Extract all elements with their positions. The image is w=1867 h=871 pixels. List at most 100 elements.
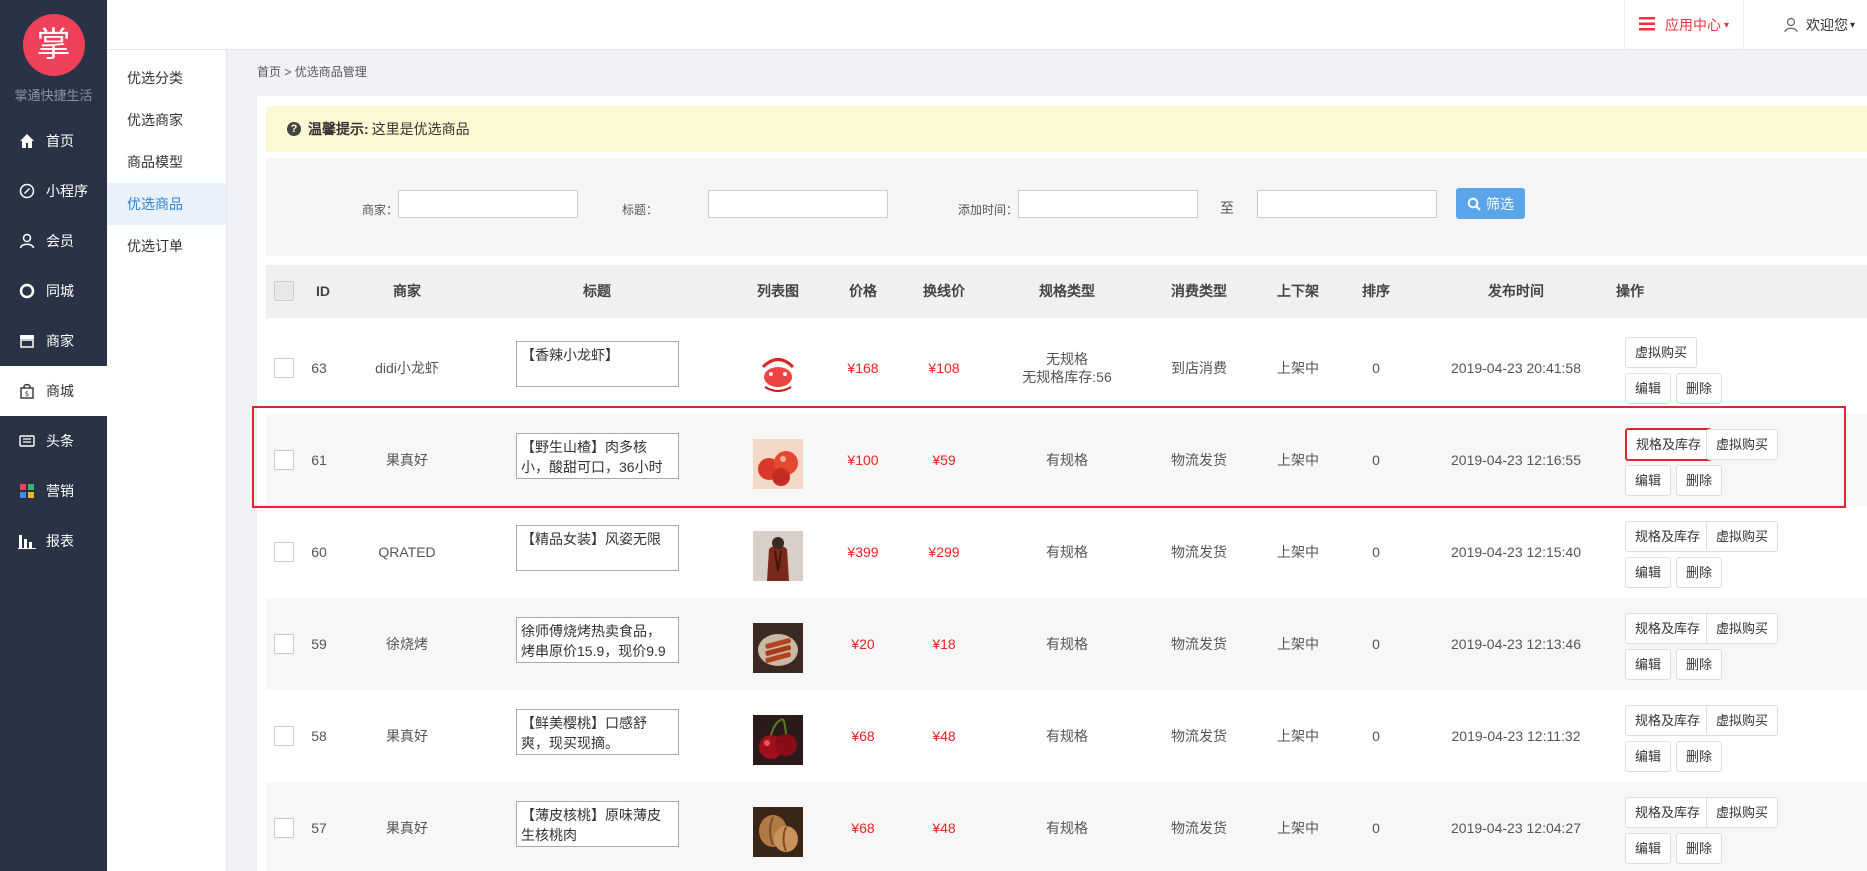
row-price: ¥399 [847,544,879,560]
edit-button[interactable]: 编辑 [1625,649,1672,680]
row-title[interactable]: 【野生山楂】肉多核小，酸甜可口，36小时直达！ [516,433,679,479]
virtual-buy-button[interactable]: 虚拟购买 [1706,521,1779,552]
delete-button[interactable]: 删除 [1676,465,1723,496]
sidebar-item-mall[interactable]: $ 商城 [0,366,107,416]
news-icon [18,432,36,450]
row-id: 58 [311,728,327,744]
sidebar-item-merchant[interactable]: 商家 [0,316,107,366]
breadcrumb-home[interactable]: 首页 [257,65,281,79]
edit-button[interactable]: 编辑 [1625,373,1672,404]
merchant-filter-label: 商家： [362,203,399,217]
walnut-image [753,807,803,857]
edit-button[interactable]: 编辑 [1625,465,1672,496]
row-old-price: ¥48 [932,820,956,836]
sidebar-item-news[interactable]: 头条 [0,416,107,466]
row-price: ¥20 [851,636,875,652]
submenu-item-goods[interactable]: 优选商品 [107,183,226,225]
delete-button[interactable]: 删除 [1676,833,1723,864]
start-date-input[interactable] [1018,190,1198,218]
row-checkbox[interactable] [274,634,294,654]
row-old-price: ¥48 [932,728,956,744]
submenu-item-category[interactable]: 优选分类 [107,57,226,99]
row-spec-type: 有规格 [1046,452,1088,468]
table-row: 60 QRATED 【精品女装】风姿无限 ¥399 ¥299 有规格 物流发货 … [266,506,1867,598]
row-title[interactable]: 【鲜美樱桃】口感舒爽，现买现摘。 [516,709,679,755]
row-consume-type: 物流发货 [1171,820,1227,836]
virtual-buy-button[interactable]: 虚拟购买 [1706,429,1779,460]
row-checkbox[interactable] [274,542,294,562]
submenu-item-model[interactable]: 商品模型 [107,141,226,183]
header-price: 价格 [849,283,877,299]
row-spec-type: 有规格 [1046,820,1088,836]
row-checkbox[interactable] [274,726,294,746]
table-row: 58 果真好 【鲜美樱桃】口感舒爽，现买现摘。 ¥68 ¥48 有规格 物流发货… [266,690,1867,782]
row-checkbox[interactable] [274,818,294,838]
virtual-buy-button[interactable]: 虚拟购买 [1706,797,1779,828]
title-filter-label: 标题： [622,203,659,217]
submenu-item-merchant[interactable]: 优选商家 [107,99,226,141]
spec-stock-button[interactable]: 规格及库存 [1625,428,1713,461]
sidebar-item-label: 小程序 [46,183,88,199]
edit-button[interactable]: 编辑 [1625,557,1672,588]
delete-button[interactable]: 删除 [1676,373,1723,404]
row-title[interactable]: 【薄皮核桃】原味薄皮生核桃肉 [516,801,679,847]
virtual-buy-button[interactable]: 虚拟购买 [1706,613,1779,644]
row-sort: 0 [1372,820,1380,836]
sidebar-item-local[interactable]: 同城 [0,266,107,316]
submenu-item-orders[interactable]: 优选订单 [107,225,226,267]
delete-button[interactable]: 删除 [1676,557,1723,588]
row-price: ¥168 [847,360,879,376]
virtual-buy-button[interactable]: 虚拟购买 [1706,705,1779,736]
tip-label: 温馨提示: [308,121,369,137]
row-checkbox[interactable] [274,358,294,378]
sidebar-item-label: 头条 [46,433,74,449]
spec-stock-button[interactable]: 规格及库存 [1625,521,1711,552]
row-price: ¥68 [851,820,875,836]
sidebar-item-label: 同城 [46,283,74,299]
sidebar-item-report[interactable]: 报表 [0,516,107,566]
delete-button[interactable]: 删除 [1676,741,1723,772]
edit-button[interactable]: 编辑 [1625,833,1672,864]
table-row: 63 didi小龙虾 【香辣小龙虾】 ¥168 ¥108 无规格 无规格库存:5… [266,322,1867,414]
edit-button[interactable]: 编辑 [1625,741,1672,772]
logo-area: 掌 掌通快捷生活 [0,0,107,116]
app-center-menu[interactable]: 应用中心 ▾ [1623,0,1744,50]
row-title[interactable]: 徐师傅烧烤热卖食品，烤串原价15.9，现价9.9 [516,617,679,663]
delete-button[interactable]: 删除 [1676,649,1723,680]
row-title[interactable]: 【精品女装】风姿无限 [516,525,679,571]
header-old-price: 换线价 [923,283,965,299]
row-merchant: didi小龙虾 [375,360,439,376]
row-spec-type: 有规格 [1046,728,1088,744]
row-consume-type: 物流发货 [1171,544,1227,560]
row-id: 57 [311,820,327,836]
title-filter-input[interactable] [708,190,888,218]
row-checkbox[interactable] [274,450,294,470]
filter-button[interactable]: 筛选 [1456,188,1525,219]
sidebar-item-home[interactable]: 首页 [0,116,107,166]
header-merchant: 商家 [393,283,421,299]
merchant-filter-input[interactable] [398,190,578,218]
row-sort: 0 [1372,360,1380,376]
user-menu[interactable]: 欢迎您 ▾ [1784,0,1855,50]
row-old-price: ¥299 [928,544,960,560]
search-icon [1467,197,1481,211]
spec-stock-button[interactable]: 规格及库存 [1625,705,1711,736]
brand-logo[interactable]: 掌 [22,14,85,76]
menu-icon [1638,16,1655,34]
sidebar-item-miniprogram[interactable]: 小程序 [0,166,107,216]
row-spec-type: 无规格 无规格库存:56 [1022,322,1111,414]
row-title[interactable]: 【香辣小龙虾】 [516,341,679,387]
select-all-checkbox[interactable] [274,281,294,301]
row-consume-type: 物流发货 [1171,728,1227,744]
spec-stock-button[interactable]: 规格及库存 [1625,613,1711,644]
row-publish-time: 2019-04-23 20:41:58 [1451,360,1581,376]
row-status: 上架中 [1277,544,1319,560]
sidebar-item-marketing[interactable]: 营销 [0,466,107,516]
end-date-input[interactable] [1257,190,1437,218]
virtual-buy-button[interactable]: 虚拟购买 [1625,337,1698,368]
cherry-image [753,715,803,765]
spec-stock-button[interactable]: 规格及库存 [1625,797,1711,828]
sidebar-item-member[interactable]: 会员 [0,216,107,266]
circle-icon [18,282,36,300]
table-row: 59 徐烧烤 徐师傅烧烤热卖食品，烤串原价15.9，现价9.9 ¥20 ¥18 … [266,598,1867,690]
